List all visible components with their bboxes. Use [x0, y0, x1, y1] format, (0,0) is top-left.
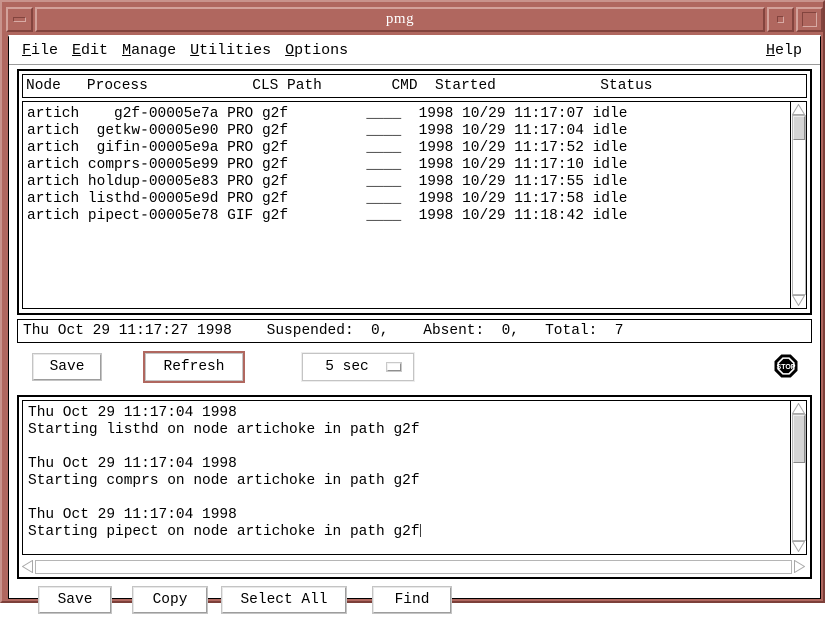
application-window: pmg File Edit Manage Utilities Options H…	[0, 0, 825, 603]
status-line: Thu Oct 29 11:17:27 1998 Suspended: 0, A…	[17, 319, 812, 343]
stop-sign-icon[interactable]: STOP	[774, 354, 798, 378]
log-scroll-up-arrow-icon[interactable]	[792, 403, 805, 414]
minimize-icon	[13, 17, 26, 22]
menu-bar: File Edit Manage Utilities Options Help	[9, 37, 820, 65]
scroll-up-arrow-icon[interactable]	[792, 104, 805, 115]
refresh-interval-value: 5 sec	[303, 359, 383, 375]
log-horizontal-scrollbar[interactable]	[22, 558, 807, 575]
restore-button[interactable]	[767, 7, 794, 32]
log-copy-button[interactable]: Copy	[133, 587, 207, 613]
process-list-container: artich g2f-00005e7a PRO g2f ____ 1998 10…	[22, 101, 807, 309]
refresh-button-label: Refresh	[164, 359, 225, 375]
scroll-trough[interactable]	[792, 115, 806, 295]
process-list-panel: Node Process CLS Path CMD Started Status…	[17, 69, 812, 315]
save-list-button[interactable]: Save	[33, 354, 101, 380]
menu-utilities[interactable]: Utilities	[183, 41, 278, 60]
process-list-vertical-scrollbar[interactable]	[790, 102, 806, 308]
menu-help[interactable]: Help	[759, 41, 814, 60]
log-text-area[interactable]: Thu Oct 29 11:17:04 1998 Starting listhd…	[23, 401, 790, 554]
log-hscroll-trough[interactable]	[35, 560, 792, 574]
log-save-button-label: Save	[58, 592, 93, 608]
title-bar: pmg	[6, 6, 823, 33]
process-list[interactable]: artich g2f-00005e7a PRO g2f ____ 1998 10…	[23, 102, 790, 308]
scroll-thumb[interactable]	[793, 116, 805, 140]
refresh-button[interactable]: Refresh	[143, 351, 245, 383]
log-text-content: Thu Oct 29 11:17:04 1998 Starting listhd…	[28, 405, 420, 540]
log-find-button[interactable]: Find	[373, 587, 451, 613]
client-area: File Edit Manage Utilities Options Help …	[8, 35, 821, 599]
text-caret	[420, 524, 421, 537]
log-vertical-scrollbar[interactable]	[790, 401, 806, 554]
log-copy-button-label: Copy	[153, 592, 188, 608]
log-save-button[interactable]: Save	[39, 587, 111, 613]
log-scroll-left-arrow-icon[interactable]	[22, 560, 33, 573]
log-scroll-trough[interactable]	[792, 414, 806, 541]
log-select-all-button-label: Select All	[240, 592, 327, 608]
log-scroll-down-arrow-icon[interactable]	[792, 541, 805, 552]
refresh-interval-option-menu[interactable]: 5 sec	[302, 353, 414, 381]
log-select-all-button[interactable]: Select All	[222, 587, 346, 613]
menu-options[interactable]: Options	[278, 41, 355, 60]
log-button-row: Save Copy Select All Find	[17, 587, 812, 617]
save-list-button-label: Save	[50, 359, 85, 375]
option-menu-indicator-icon	[387, 363, 401, 371]
scroll-down-arrow-icon[interactable]	[792, 295, 805, 306]
svg-text:STOP: STOP	[777, 364, 796, 371]
restore-icon	[777, 16, 784, 23]
refresh-button-face: Refresh	[145, 353, 243, 381]
menu-manage[interactable]: Manage	[115, 41, 183, 60]
control-row: Save Refresh 5 sec STOP	[17, 349, 812, 385]
log-text-container: Thu Oct 29 11:17:04 1998 Starting listhd…	[22, 400, 807, 555]
minimize-button[interactable]	[6, 7, 33, 32]
log-find-button-label: Find	[395, 592, 430, 608]
menu-edit[interactable]: Edit	[65, 41, 115, 60]
title-bar-drag-area[interactable]: pmg	[35, 7, 765, 32]
maximize-button[interactable]	[796, 7, 823, 32]
log-scroll-right-arrow-icon[interactable]	[794, 560, 805, 573]
window-title: pmg	[386, 11, 414, 28]
maximize-icon	[802, 12, 817, 27]
process-table-header: Node Process CLS Path CMD Started Status	[22, 74, 807, 98]
log-scroll-thumb[interactable]	[793, 415, 805, 463]
log-output-panel: Thu Oct 29 11:17:04 1998 Starting listhd…	[17, 395, 812, 579]
menu-file[interactable]: File	[15, 41, 65, 60]
